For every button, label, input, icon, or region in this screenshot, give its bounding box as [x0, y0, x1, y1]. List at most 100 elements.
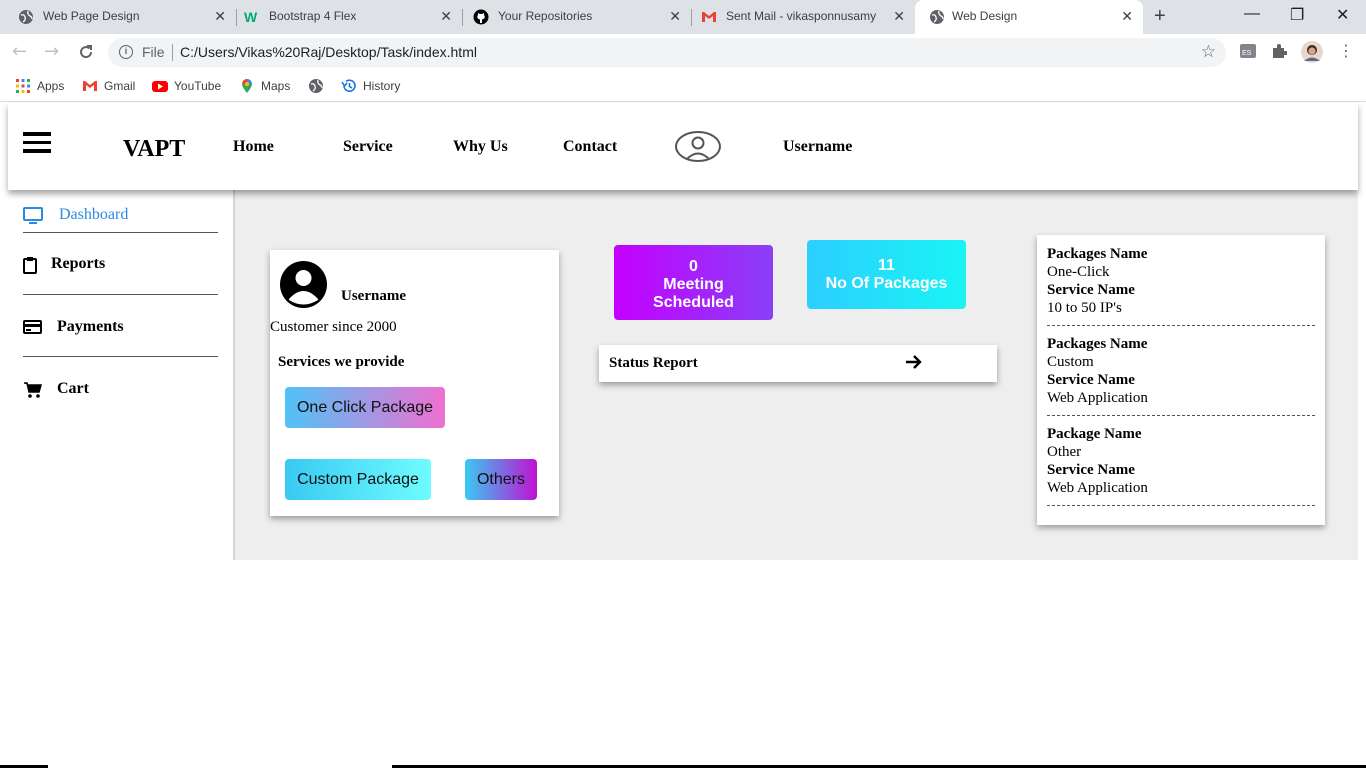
sidebar-divider: [23, 294, 218, 295]
sidebar-divider: [23, 232, 218, 233]
nav-contact[interactable]: Contact: [563, 138, 617, 156]
cart-icon: [24, 382, 42, 398]
tab-title: Your Repositories: [498, 9, 593, 23]
profile-avatar-icon: [280, 261, 327, 308]
browser-tab-strip: Web Page Design ✕ W Bootstrap 4 Flex ✕ Y…: [0, 0, 1366, 34]
close-icon[interactable]: ✕: [893, 8, 905, 25]
page: VAPT Home Service Why Us Contact Usernam…: [0, 103, 1366, 768]
close-icon[interactable]: ✕: [440, 8, 452, 25]
status-report-card[interactable]: Status Report: [599, 345, 997, 382]
sidebar: Dashboard Reports Payments Cart: [0, 190, 233, 768]
bookmark-youtube[interactable]: YouTube: [152, 77, 221, 95]
forward-button[interactable]: →: [44, 43, 64, 63]
packages-list-card: Packages Name One-Click Service Name 10 …: [1037, 235, 1325, 525]
bookmarks-bar: Apps Gmail YouTube Maps History: [0, 71, 1366, 102]
browser-tab[interactable]: W Bootstrap 4 Flex ✕: [226, 0, 463, 34]
packages-label: No Of Packages: [825, 275, 948, 292]
browser-toolbar: ← → i File C:/Users/Vikas%20Raj/Desktop/…: [0, 34, 1366, 71]
sidebar-divider: [23, 356, 218, 357]
user-avatar-icon[interactable]: [675, 131, 721, 162]
sidebar-item-payments[interactable]: Payments: [23, 317, 218, 339]
package-name-label: Packages Name: [1047, 246, 1148, 262]
bookmark-label: Apps: [37, 79, 65, 93]
extension-es-icon[interactable]: ES: [1240, 43, 1256, 64]
profile-avatar-icon[interactable]: [1301, 41, 1323, 68]
tab-title: Bootstrap 4 Flex: [269, 9, 357, 23]
bookmark-apps[interactable]: Apps: [15, 77, 64, 95]
monitor-icon: [23, 207, 43, 224]
minimize-button[interactable]: —: [1244, 5, 1260, 23]
clipboard-icon: [23, 257, 37, 274]
svg-text:ES: ES: [1242, 50, 1252, 57]
extensions-puzzle-icon[interactable]: [1271, 43, 1288, 64]
back-button[interactable]: ←: [12, 43, 32, 63]
close-icon[interactable]: ✕: [1121, 8, 1133, 25]
globe-icon: [930, 10, 944, 24]
credit-card-icon: [23, 320, 42, 334]
nav-home[interactable]: Home: [233, 138, 274, 156]
package-name-label: Package Name: [1047, 426, 1142, 442]
bookmark-label: History: [363, 79, 401, 93]
github-icon: [473, 9, 489, 25]
sidebar-item-label: Cart: [57, 380, 89, 397]
packages-stat-card[interactable]: 11 No Of Packages: [807, 240, 966, 309]
youtube-icon: [152, 81, 168, 92]
sidebar-item-reports[interactable]: Reports: [23, 254, 218, 276]
customer-since: Customer since 2000: [270, 319, 397, 335]
history-icon: [341, 79, 356, 92]
one-click-package-button[interactable]: One Click Package: [285, 387, 445, 428]
list-item: Package Name Other Service Name Web Appl…: [1047, 425, 1315, 506]
bookmark-gmail[interactable]: Gmail: [82, 77, 135, 95]
close-icon[interactable]: ✕: [214, 8, 226, 25]
globe-icon: [19, 10, 33, 24]
browser-tab[interactable]: Web Page Design ✕: [0, 0, 237, 34]
new-tab-button[interactable]: +: [1154, 5, 1166, 28]
bookmark-maps[interactable]: Maps: [239, 77, 290, 95]
packages-count: 11: [878, 257, 895, 274]
nav-service[interactable]: Service: [343, 138, 393, 156]
meetings-label-line2: Scheduled: [653, 294, 734, 311]
profile-card: Username Customer since 2000 Services we…: [270, 250, 559, 516]
service-name-label: Service Name: [1047, 282, 1135, 298]
hamburger-menu-icon[interactable]: [23, 132, 51, 154]
window-close-button[interactable]: ✕: [1336, 5, 1349, 25]
restore-button[interactable]: ❐: [1290, 5, 1304, 25]
package-name-value: One-Click: [1047, 264, 1110, 280]
sidebar-item-label: Reports: [51, 255, 106, 272]
sidebar-item-cart[interactable]: Cart: [23, 379, 218, 401]
brand-logo[interactable]: VAPT: [123, 136, 185, 163]
scheme-label: File: [142, 44, 165, 60]
list-item: Packages Name One-Click Service Name 10 …: [1047, 245, 1315, 326]
browser-tab[interactable]: Sent Mail - vikasponnusamy01 ✕: [683, 0, 915, 34]
bookmark-history[interactable]: History: [341, 77, 400, 95]
sidebar-item-dashboard[interactable]: Dashboard: [23, 205, 218, 227]
info-icon[interactable]: i: [119, 45, 133, 59]
meetings-stat-card[interactable]: 0 Meeting Scheduled: [614, 245, 773, 320]
tab-title: Sent Mail - vikasponnusamy01: [726, 9, 876, 23]
arrow-right-icon[interactable]: [905, 353, 923, 371]
package-name-label: Packages Name: [1047, 336, 1148, 352]
main-content: Username Customer since 2000 Services we…: [233, 190, 1358, 560]
bookmark-star-icon[interactable]: ☆: [1201, 42, 1216, 62]
maps-pin-icon: [242, 79, 252, 93]
close-icon[interactable]: ✕: [669, 8, 681, 25]
status-report-label: Status Report: [609, 355, 698, 371]
browser-tab-active[interactable]: Web Design ✕: [915, 0, 1143, 34]
meetings-count: 0: [689, 258, 698, 275]
w3schools-icon: W: [244, 9, 258, 25]
address-bar[interactable]: i File C:/Users/Vikas%20Raj/Desktop/Task…: [108, 38, 1226, 67]
nav-why-us[interactable]: Why Us: [453, 138, 508, 156]
url-text[interactable]: C:/Users/Vikas%20Raj/Desktop/Task/index.…: [180, 44, 477, 60]
others-button[interactable]: Others: [465, 459, 537, 500]
service-name-value: 10 to 50 IP's: [1047, 300, 1122, 316]
custom-package-button[interactable]: Custom Package: [285, 459, 431, 500]
package-name-value: Other: [1047, 444, 1082, 460]
profile-username: Username: [341, 288, 406, 304]
bookmark-globe[interactable]: [308, 77, 330, 95]
header-username[interactable]: Username: [783, 138, 852, 156]
browser-menu-icon[interactable]: ⋮: [1338, 41, 1354, 60]
list-item: Packages Name Custom Service Name Web Ap…: [1047, 335, 1315, 416]
apps-grid-icon: [16, 79, 30, 93]
reload-button[interactable]: [77, 43, 97, 63]
browser-tab[interactable]: Your Repositories ✕: [455, 0, 692, 34]
